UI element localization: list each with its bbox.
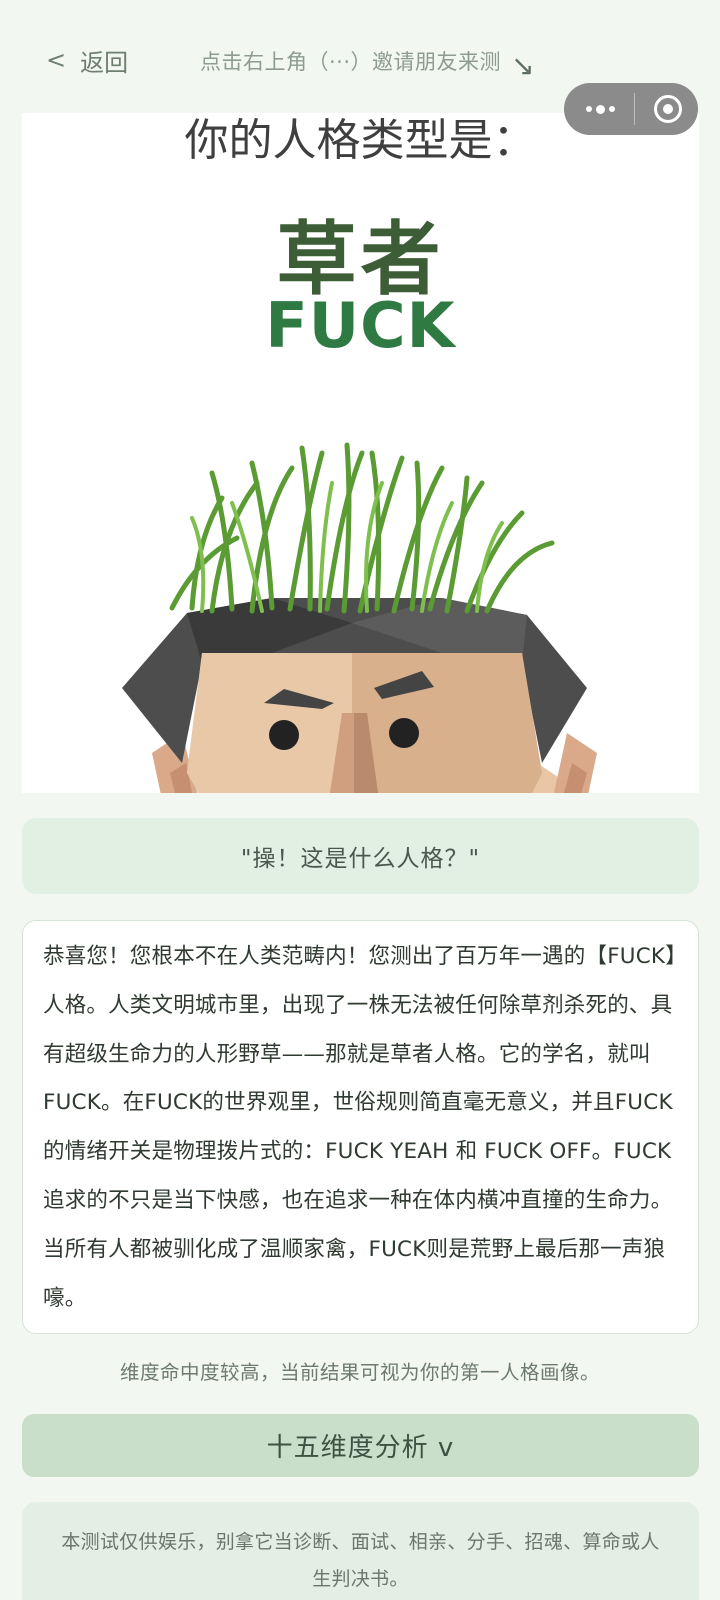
chevron-left-icon: < bbox=[46, 46, 67, 74]
grass-head-portrait bbox=[122, 442, 597, 793]
result-description: 恭喜您！您根本不在人类范畴内！您测出了百万年一遇的【FUCK】人格。人类文明城市… bbox=[43, 944, 677, 1311]
target-circle-icon[interactable] bbox=[654, 95, 682, 123]
back-button[interactable]: < 返回 bbox=[46, 42, 128, 78]
result-type-en: FUCK bbox=[265, 289, 456, 362]
result-quote: "操！这是什么人格？" bbox=[22, 818, 699, 894]
match-note: 维度命中度较高，当前结果可视为你的第一人格画像。 bbox=[119, 1361, 600, 1384]
back-label: 返回 bbox=[80, 48, 129, 77]
arrow-down-right-icon: ↘ bbox=[511, 48, 535, 82]
dimension-analysis-button[interactable]: 十五维度分析 v bbox=[22, 1414, 699, 1477]
result-description-card: 恭喜您！您根本不在人类范畴内！您测出了百万年一遇的【FUCK】人格。人类文明城市… bbox=[22, 920, 699, 1334]
invite-hint: 点击右上角（···）邀请朋友来测 ↘ bbox=[200, 44, 535, 82]
mini-program-capsule bbox=[564, 83, 698, 135]
disclaimer: 本测试仅供娱乐，别拿它当诊断、面试、相亲、分手、招魂、算命或人生判决书。 bbox=[22, 1502, 699, 1600]
invite-hint-text: 点击右上角（···）邀请朋友来测 bbox=[200, 50, 502, 74]
result-page: < 返回 点击右上角（···）邀请朋友来测 ↘ 你的人格类型是： 草者 FUCK bbox=[0, 0, 720, 1600]
more-dots-icon[interactable] bbox=[586, 104, 615, 114]
capsule-divider bbox=[634, 93, 635, 125]
result-illustration: 你的人格类型是： 草者 FUCK bbox=[22, 113, 699, 793]
